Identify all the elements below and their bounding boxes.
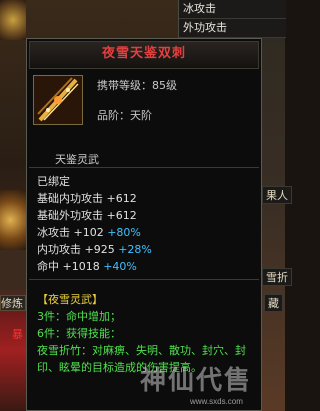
stat-label: 基础外功攻击	[37, 209, 103, 222]
stats-list: 已绑定 基础内功攻击 +612 基础外功攻击 +612 冰攻击 +102 +80…	[37, 173, 152, 275]
stat-label: 冰攻击	[37, 226, 70, 239]
side-row-outer-attack: 外功攻击	[179, 19, 286, 38]
side-item-3[interactable]: 藏	[264, 294, 283, 312]
stat-row: 基础内功攻击 +612	[37, 190, 152, 207]
item-title: 夜雪天鉴双刺	[101, 46, 186, 61]
stat-label: 命中	[37, 260, 59, 273]
side-item-2[interactable]: 雪折	[262, 268, 292, 286]
stat-value: +102	[73, 226, 104, 239]
attribute-side-panel: 冰攻击 外功攻击	[178, 0, 286, 38]
stat-label: 内功攻击	[37, 243, 81, 256]
stat-value: +925	[84, 243, 115, 256]
watermark-url: www.sxds.com	[190, 397, 243, 406]
stat-value: +612	[106, 192, 137, 205]
stat-bonus: +40%	[103, 260, 137, 273]
cultivation-tab[interactable]: 修炼	[0, 295, 26, 311]
right-background	[262, 0, 285, 411]
set-3-bonus: 3件：命中增加；	[37, 310, 121, 323]
divider	[29, 167, 259, 168]
left-panel-area	[0, 250, 26, 290]
side-item-1[interactable]: 果人	[262, 186, 292, 204]
tooltip-header: 夜雪天鉴双刺	[29, 41, 259, 69]
equipment-slot-icon[interactable]	[0, 0, 26, 40]
require-level: 携带等级：85级	[97, 79, 177, 92]
watermark-logo: 神仙代售	[140, 366, 253, 396]
crit-indicator: 暴	[12, 328, 23, 341]
stat-row: 基础外功攻击 +612	[37, 207, 152, 224]
set-6-bonus: 6件：获得技能：	[37, 327, 121, 340]
weapon-icon	[33, 75, 83, 125]
item-subname: 天鉴灵武	[55, 153, 99, 166]
stat-value: +1018	[62, 260, 100, 273]
side-row-ice-attack: 冰攻击	[179, 0, 286, 19]
bound-status: 已绑定	[37, 175, 70, 188]
stat-row: 命中 +1018 +40%	[37, 258, 152, 275]
ring-slot-icon[interactable]	[0, 190, 26, 250]
item-summary: 携带等级：85级 品阶：天阶 天鉴灵武	[27, 71, 261, 166]
stat-value: +612	[106, 209, 137, 222]
set-name: 【夜雪灵武】	[37, 293, 103, 306]
stat-bonus: +28%	[118, 243, 152, 256]
item-grade: 品阶：天阶	[97, 109, 152, 122]
stat-label: 基础内功攻击	[37, 192, 103, 205]
stat-row: 内功攻击 +925 +28%	[37, 241, 152, 258]
divider	[29, 279, 259, 280]
stat-bonus: +80%	[107, 226, 141, 239]
stat-row: 冰攻击 +102 +80%	[37, 224, 152, 241]
item-tooltip: 夜雪天鉴双刺 携带等级：85级 品阶：天阶 天鉴灵武 已绑定 基础内功攻击 +6…	[26, 38, 262, 411]
